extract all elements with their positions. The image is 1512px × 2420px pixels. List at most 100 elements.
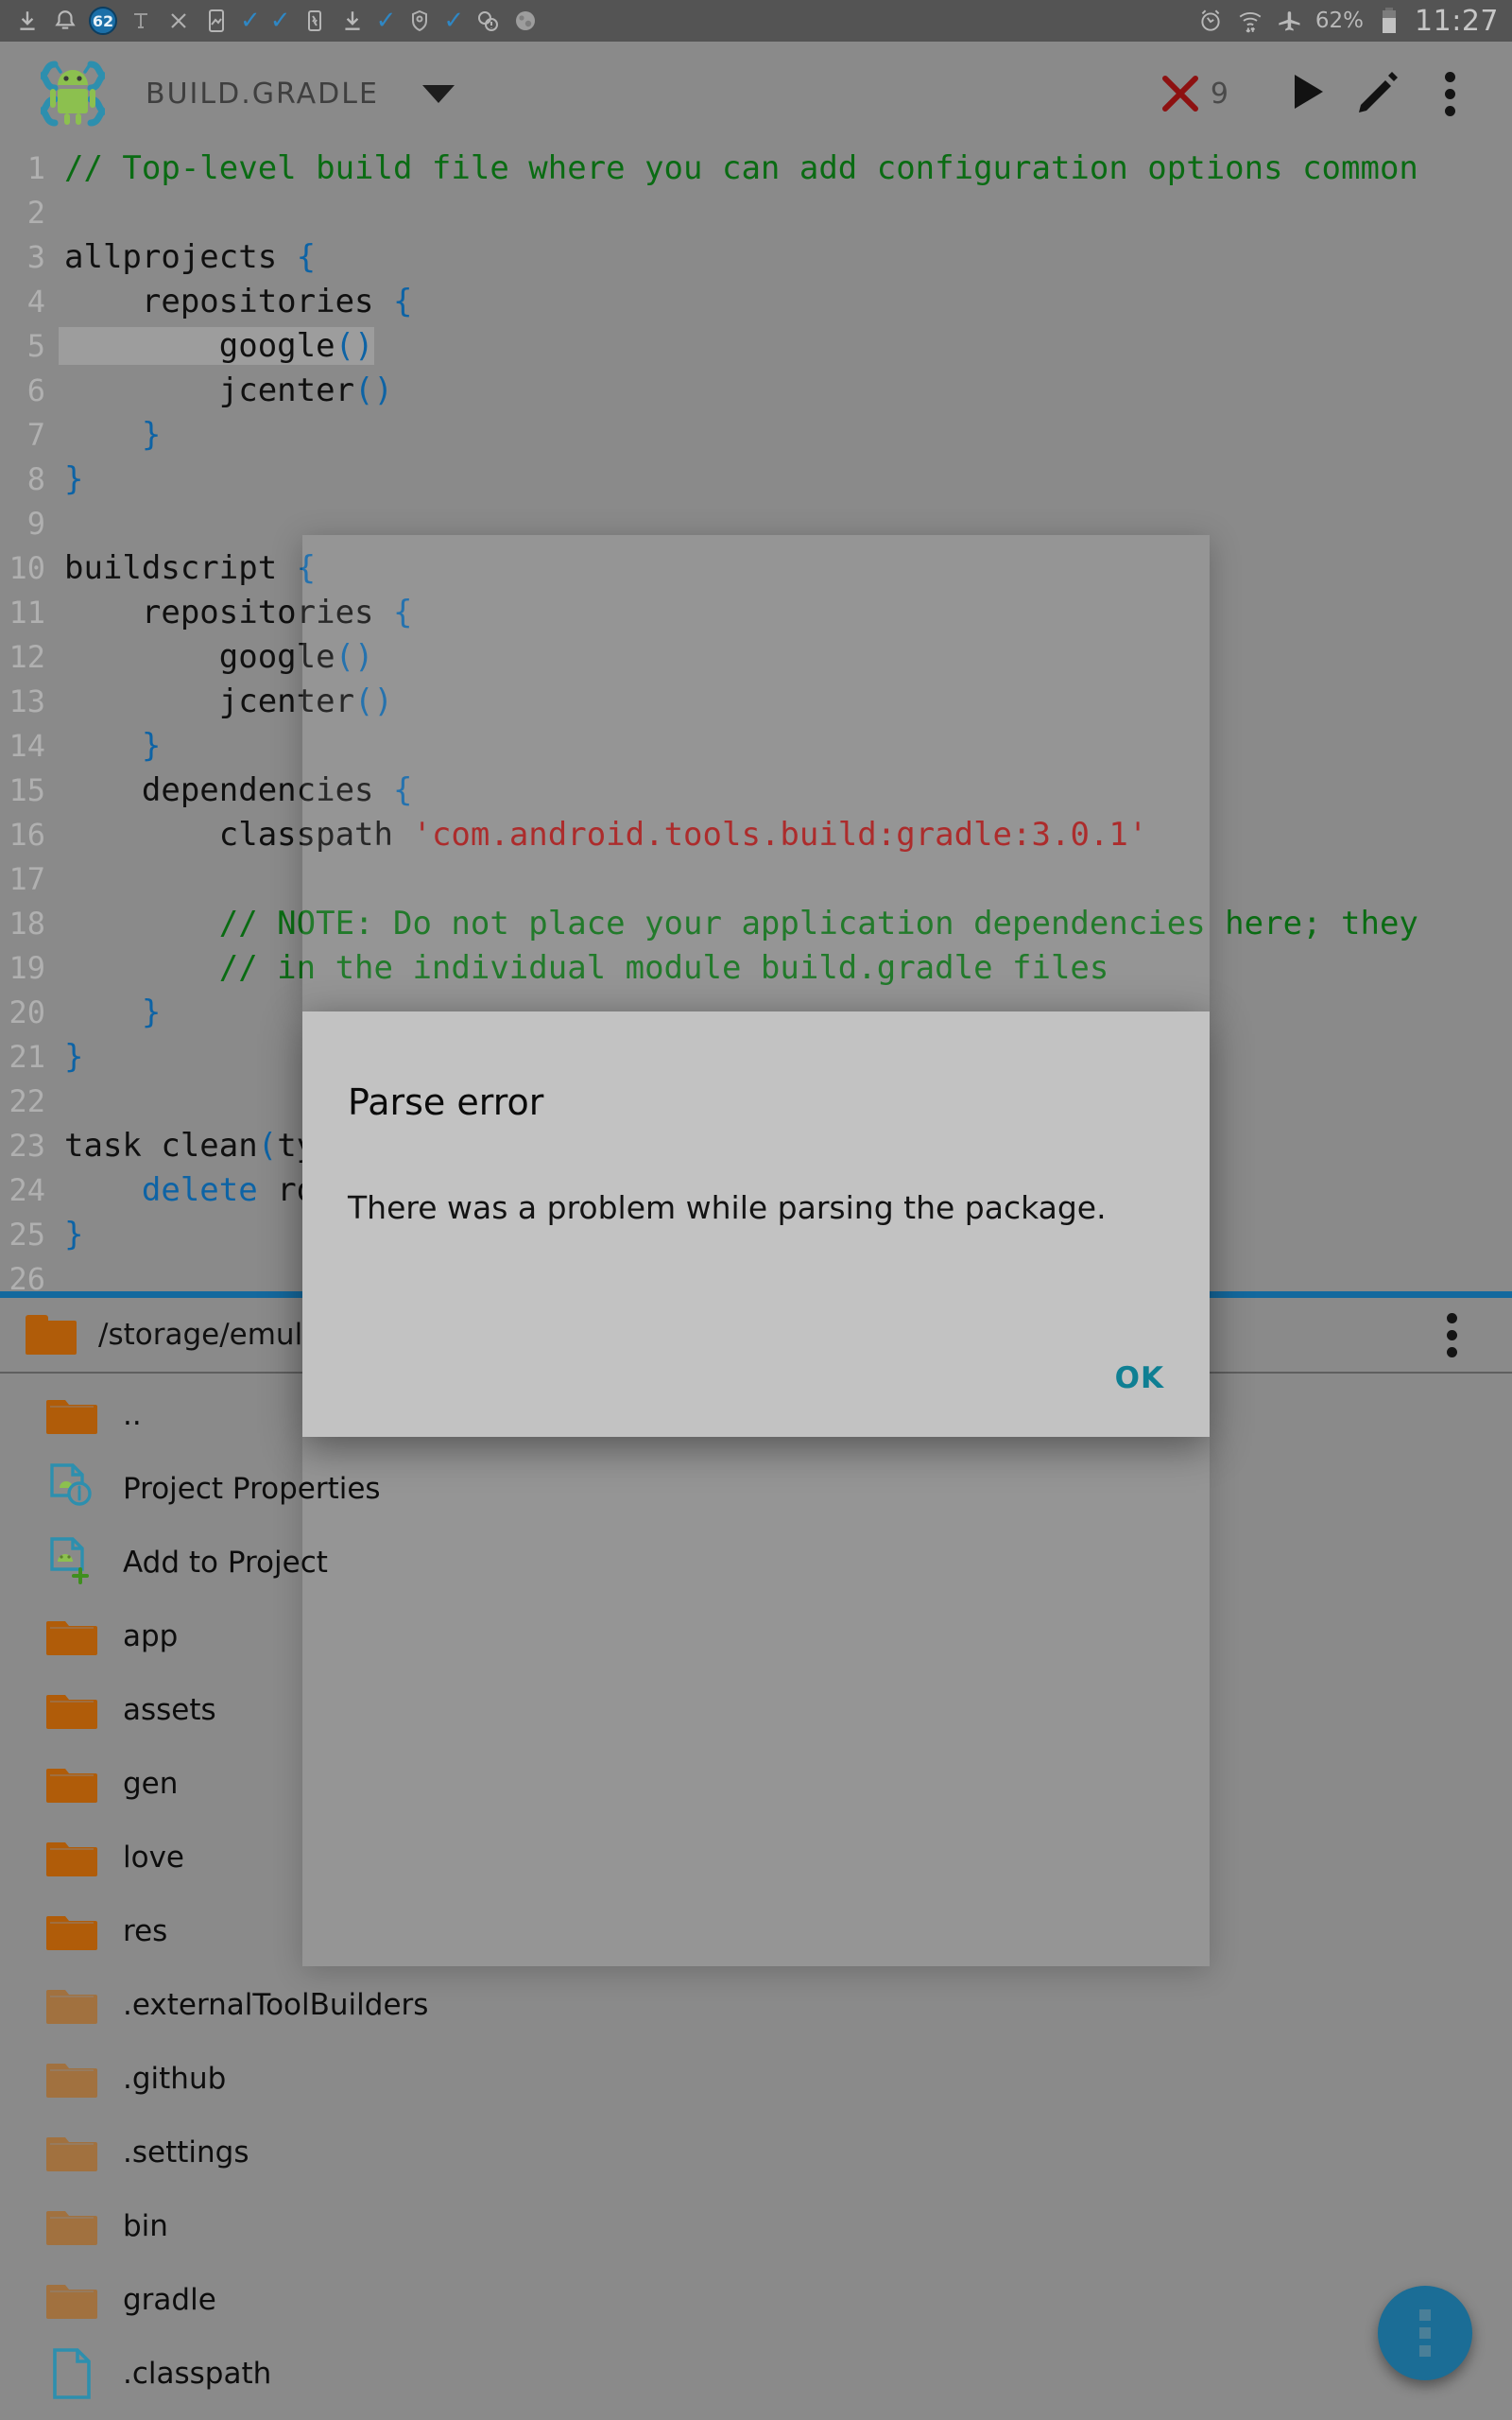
recycle-icon bbox=[301, 7, 329, 35]
dialog-actions: OK bbox=[1115, 1361, 1164, 1395]
line-number: 13 bbox=[9, 683, 45, 719]
code-token: google bbox=[64, 637, 335, 676]
dialog-title: Parse error bbox=[348, 1081, 544, 1123]
code-line[interactable]: 1 // Top-level build file where you can a… bbox=[0, 146, 1512, 190]
list-item-label: app bbox=[123, 1619, 179, 1653]
info-circle-icon bbox=[473, 7, 502, 35]
line-number: 15 bbox=[9, 771, 45, 808]
edit-button[interactable] bbox=[1342, 58, 1414, 130]
chevron-down-icon[interactable] bbox=[421, 84, 455, 103]
run-play-button[interactable] bbox=[1270, 58, 1342, 130]
folder-up-icon bbox=[45, 1389, 98, 1442]
list-item[interactable]: Add to Project bbox=[0, 1526, 1512, 1599]
code-token: } bbox=[64, 1215, 84, 1253]
add-to-project-icon bbox=[45, 1536, 98, 1589]
folder-icon bbox=[45, 1979, 98, 2031]
code-line[interactable]: 6 jcenter() bbox=[0, 368, 1512, 412]
code-token: () bbox=[354, 371, 393, 409]
code-token: { bbox=[393, 282, 413, 320]
code-token: task clean bbox=[64, 1126, 258, 1165]
folder-icon bbox=[45, 2200, 98, 2253]
check-icon-4: ✓ bbox=[443, 7, 465, 35]
list-item[interactable]: res bbox=[0, 1894, 1512, 1968]
code-token: google bbox=[64, 326, 335, 365]
line-number: 19 bbox=[9, 949, 45, 986]
code-token: buildscript bbox=[64, 548, 297, 587]
line-number: 10 bbox=[9, 549, 45, 586]
floating-action-button[interactable] bbox=[1378, 2286, 1472, 2380]
folder-icon bbox=[45, 2052, 98, 2105]
line-number: 7 bbox=[26, 416, 45, 453]
check-icon-3: ✓ bbox=[375, 7, 397, 35]
line-number: 5 bbox=[26, 327, 45, 364]
code-text: } bbox=[59, 727, 161, 765]
list-item[interactable]: Project Properties bbox=[0, 1452, 1512, 1526]
list-item[interactable]: .github bbox=[0, 2042, 1512, 2116]
file-list[interactable]: .. Project Properties Add to Project app ass… bbox=[0, 1378, 1512, 2420]
android-studio-logo bbox=[26, 57, 119, 130]
code-line[interactable]: 8} bbox=[0, 457, 1512, 501]
line-number: 9 bbox=[26, 505, 45, 542]
error-indicator[interactable]: 9 bbox=[1156, 69, 1228, 118]
download-icon bbox=[13, 7, 42, 35]
close-icon bbox=[164, 7, 193, 35]
list-item-label: Project Properties bbox=[123, 1472, 381, 1506]
overflow-menu-button[interactable] bbox=[1414, 58, 1486, 130]
list-item[interactable]: love bbox=[0, 1821, 1512, 1894]
list-item-label: gradle bbox=[123, 2283, 216, 2317]
project-properties-icon bbox=[45, 1462, 98, 1515]
list-item[interactable]: gen bbox=[0, 1747, 1512, 1821]
list-item[interactable]: .classpath bbox=[0, 2337, 1512, 2411]
line-number: 8 bbox=[26, 460, 45, 497]
list-item-label: .externalToolBuilders bbox=[123, 1988, 429, 2022]
run-play-icon bbox=[1281, 67, 1331, 120]
check-icon-1: ✓ bbox=[240, 7, 261, 35]
line-number: 1 bbox=[26, 149, 45, 186]
airplane-mode-icon bbox=[1276, 7, 1304, 35]
code-text: } bbox=[59, 416, 161, 454]
code-token: () bbox=[335, 326, 374, 365]
code-token: repositories bbox=[64, 282, 393, 320]
code-line[interactable]: 4 repositories { bbox=[0, 279, 1512, 323]
list-item[interactable]: .settings bbox=[0, 2116, 1512, 2189]
list-item-label: bin bbox=[123, 2209, 168, 2243]
code-token: } bbox=[141, 726, 162, 765]
list-item[interactable]: assets bbox=[0, 1673, 1512, 1747]
code-line[interactable]: 3 allprojects { bbox=[0, 234, 1512, 279]
code-text: repositories { bbox=[59, 282, 413, 320]
alarm-icon bbox=[1196, 7, 1225, 35]
code-line[interactable]: 7 } bbox=[0, 412, 1512, 457]
list-item[interactable]: .externalToolBuilders bbox=[0, 1968, 1512, 2042]
list-item-label: .github bbox=[123, 2062, 227, 2096]
error-count-label: 9 bbox=[1210, 77, 1228, 111]
edit-pencil-icon bbox=[1353, 67, 1402, 120]
line-number: 14 bbox=[9, 727, 45, 764]
screenshot-icon bbox=[202, 7, 231, 35]
code-token: } bbox=[64, 1037, 84, 1076]
code-line[interactable]: 5 google() bbox=[0, 323, 1512, 368]
list-item-label: love bbox=[123, 1841, 184, 1875]
line-number: 6 bbox=[26, 372, 45, 408]
status-bar-left-icons: 62 ✓ ✓ ✓ ✓ bbox=[13, 7, 1188, 35]
app-bar: BUILD.GRADLE 9 bbox=[0, 42, 1512, 146]
code-token: { bbox=[296, 237, 317, 276]
battery-icon bbox=[1375, 7, 1403, 35]
ok-button[interactable]: OK bbox=[1115, 1361, 1164, 1395]
file-browser-overflow-button[interactable] bbox=[1416, 1299, 1487, 1371]
list-item[interactable]: gradle bbox=[0, 2263, 1512, 2337]
error-x-icon bbox=[1156, 69, 1205, 118]
code-token: allprojects bbox=[64, 237, 297, 276]
code-text: } bbox=[59, 460, 83, 498]
code-text: } bbox=[59, 994, 161, 1031]
list-item[interactable]: app bbox=[0, 1599, 1512, 1673]
list-item[interactable]: bin bbox=[0, 2189, 1512, 2263]
code-line[interactable]: 2 bbox=[0, 190, 1512, 234]
list-item-label: assets bbox=[123, 1693, 216, 1727]
